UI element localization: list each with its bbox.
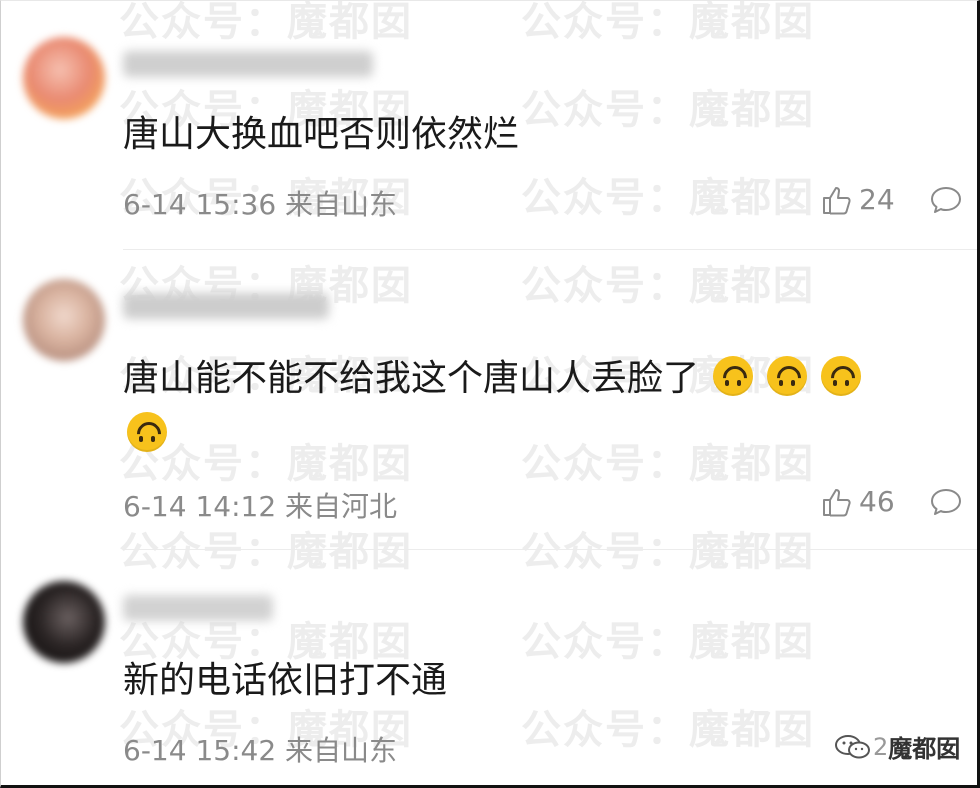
avatar[interactable] — [23, 279, 105, 361]
comment-text: 唐山能不能不给我这个唐山人丢脸了 — [123, 351, 943, 463]
watermark: 公众号：魔都囡 — [521, 175, 815, 221]
comment-screenshot: 公众号：魔都囡 公众号：魔都囡 公众号：魔都囡 公众号：魔都囡 公众号：魔都囡 … — [0, 0, 980, 788]
comment-meta: 6-14 15:42 来自山东 — [123, 729, 397, 769]
username-blurred[interactable] — [123, 293, 329, 319]
comment-location: 来自河北 — [285, 490, 398, 523]
divider — [123, 249, 977, 250]
like-count: 24 — [859, 183, 895, 216]
upside-down-face-emoji-icon — [767, 356, 808, 396]
comment-text-content: 唐山能不能不给我这个唐山人丢脸了 — [123, 358, 700, 399]
comment-location: 来自山东 — [285, 188, 398, 221]
username-blurred[interactable] — [123, 51, 373, 77]
watermark: 公众号：魔都囡 — [119, 529, 413, 575]
watermark: 公众号：魔都囡 — [521, 263, 815, 309]
like-button[interactable]: 46 — [821, 485, 895, 518]
comment-date: 6-14 15:42 — [123, 734, 277, 767]
avatar[interactable] — [23, 37, 105, 119]
comment-date: 6-14 14:12 — [123, 490, 277, 523]
brand-watermark: 2 魔都囡 — [833, 729, 961, 764]
divider — [123, 549, 977, 550]
comment-meta: 6-14 15:36 来自山东 — [123, 183, 397, 223]
comment-bubble-icon — [931, 489, 961, 515]
comment-text: 唐山大换血吧否则依然烂 — [123, 114, 520, 155]
comment-location: 来自山东 — [285, 734, 398, 767]
upside-down-face-emoji-icon — [127, 412, 167, 452]
comment-date: 6-14 15:36 — [123, 188, 277, 221]
upside-down-face-emoji-icon — [821, 356, 862, 396]
avatar[interactable] — [23, 581, 105, 663]
like-button[interactable]: 24 — [821, 183, 895, 216]
wechat-icon — [835, 734, 870, 758]
like-count: 46 — [859, 485, 895, 518]
watermark: 公众号：魔都囡 — [521, 0, 815, 45]
comment-text: 新的电话依旧打不通 — [123, 660, 448, 701]
watermark: 公众号：魔都囡 — [521, 529, 815, 575]
upside-down-face-emoji-icon — [713, 356, 754, 396]
reply-button[interactable] — [929, 486, 963, 522]
username-blurred[interactable] — [123, 595, 273, 621]
brand-name: 魔都囡 — [888, 735, 961, 763]
thumbs-up-icon — [823, 186, 851, 214]
brand-prefix: 2 — [873, 732, 889, 761]
thumbs-up-icon — [823, 488, 851, 516]
comment-meta: 6-14 14:12 来自河北 — [123, 485, 397, 525]
watermark: 公众号：魔都囡 — [119, 0, 413, 45]
reply-button[interactable] — [929, 184, 963, 220]
comment-bubble-icon — [931, 187, 961, 213]
